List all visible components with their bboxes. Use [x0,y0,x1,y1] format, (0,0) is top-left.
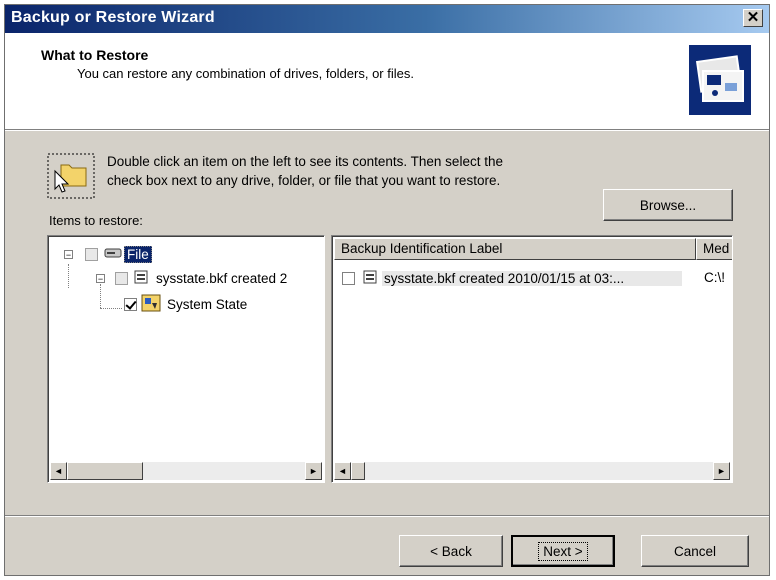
backup-file-icon [134,270,148,287]
scroll-right-button[interactable]: ► [305,462,322,480]
list-row-media: C:\! [704,270,726,285]
page-subtitle: You can restore any combination of drive… [77,66,414,81]
scroll-right-button[interactable]: ► [713,462,730,480]
scroll-thumb[interactable] [67,462,143,480]
page-title: What to Restore [41,47,149,63]
tree-item-system-state[interactable]: System State [124,294,247,315]
tree-connector [68,264,69,288]
next-button[interactable]: Next > [511,535,615,567]
tree-checkbox-checked[interactable] [124,298,137,311]
restore-tree[interactable]: − File − sysstate.bkf created 2 System S… [47,235,325,483]
window-title: Backup or Restore Wizard [11,9,215,26]
header-divider [5,129,769,131]
instruction-line-2: check box next to any drive, folder, or … [107,173,501,188]
list-row-checkbox[interactable] [342,272,355,285]
instruction-text: Double click an item on the left to see … [107,152,503,190]
back-label: < Back [430,543,472,559]
wizard-header: What to Restore You can restore any comb… [5,33,769,129]
drive-icon [104,247,122,262]
tree-checkbox[interactable] [85,248,98,261]
cancel-button[interactable]: Cancel [641,535,749,567]
browse-label: Browse... [639,197,697,213]
column-media[interactable]: Med [696,238,732,260]
scroll-left-button[interactable]: ◄ [334,462,351,480]
list-horizontal-scrollbar[interactable]: ◄ ► [334,462,730,480]
backup-wizard-icon [689,45,751,115]
items-to-restore-label: Items to restore: [49,213,143,228]
tree-item-label: File [124,246,152,263]
folder-pointer-icon [47,153,95,199]
footer-divider [5,515,769,517]
tree-checkbox[interactable] [115,272,128,285]
scroll-thumb[interactable] [351,462,365,480]
instruction-line-1: Double click an item on the left to see … [107,154,503,169]
tree-connector [100,308,122,309]
list-row-label: sysstate.bkf created 2010/01/15 at 03:..… [382,271,682,286]
backup-file-icon [363,270,377,287]
tree-item-label: sysstate.bkf created 2 [156,271,288,286]
browse-button[interactable]: Browse... [603,189,733,221]
list-row[interactable]: sysstate.bkf created 2010/01/15 at 03:..… [342,270,682,287]
tree-item-file[interactable]: − File [64,246,152,263]
system-state-icon [141,294,161,315]
close-button[interactable]: ✕ [743,9,763,27]
column-backup-label[interactable]: Backup Identification Label [334,238,696,260]
backup-list[interactable]: Backup Identification Label Med sysstate… [331,235,733,483]
tree-connector [100,284,101,308]
cancel-label: Cancel [673,543,717,559]
list-header: Backup Identification Label Med [334,238,732,260]
collapse-toggle[interactable]: − [96,274,105,284]
next-label: Next > [538,541,588,561]
wizard-window: Backup or Restore Wizard ✕ What to Resto… [4,4,770,576]
collapse-toggle[interactable]: − [64,250,73,260]
scroll-left-button[interactable]: ◄ [50,462,67,480]
tree-horizontal-scrollbar[interactable]: ◄ ► [50,462,322,480]
tree-item-label: System State [167,297,248,312]
title-bar[interactable]: Backup or Restore Wizard ✕ [5,5,769,33]
back-button[interactable]: < Back [399,535,503,567]
tree-item-backup-file[interactable]: − sysstate.bkf created 2 [96,270,287,287]
